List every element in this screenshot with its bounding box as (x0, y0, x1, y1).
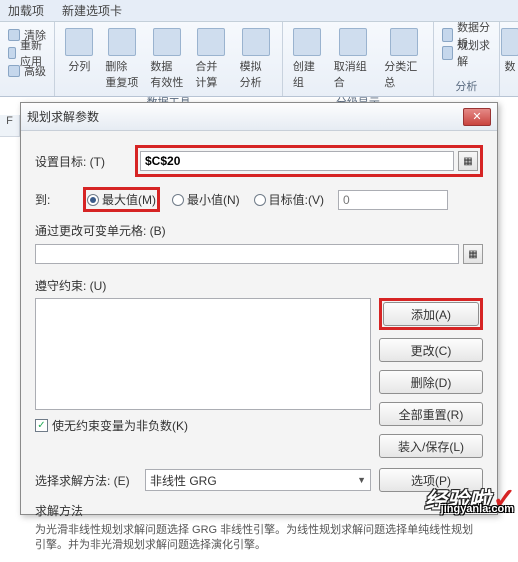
reapply-icon (8, 47, 16, 59)
ribbon-group-partial: 数 (500, 22, 518, 96)
range-icon: ▦ (468, 249, 477, 260)
constraints-list[interactable] (35, 298, 371, 410)
data-validation-button[interactable]: 数据 有效性 (146, 26, 187, 92)
add-button[interactable]: 添加(A) (383, 302, 479, 326)
close-button[interactable]: ✕ (463, 108, 491, 126)
group-button[interactable]: 创建组 (289, 26, 326, 92)
target-value-input[interactable] (338, 190, 448, 210)
loadsave-button[interactable]: 装入/保存(L) (379, 434, 483, 458)
whatif-icon (242, 28, 270, 56)
ribbon-label-analysis: 分析 (440, 78, 493, 94)
ungroup-button[interactable]: 取消组合 (330, 26, 377, 92)
clear-icon (8, 29, 20, 41)
reset-button[interactable]: 全部重置(R) (379, 402, 483, 426)
advanced-icon (8, 65, 20, 77)
checkbox-icon: ✓ (35, 419, 48, 432)
range-picker-button-2[interactable]: ▦ (463, 244, 483, 264)
consolidate-button[interactable]: 合并计算 (191, 26, 231, 92)
solve-method-info: 为光滑非线性规划求解问题选择 GRG 非线性引擎。为线性规划求解问题选择单纯线性… (35, 523, 483, 554)
solver-dialog: 规划求解参数 ✕ 设置目标: (T) ▦ 到: 最大值(M) (20, 102, 498, 515)
analysis-icon (442, 28, 453, 42)
dedup-icon (108, 28, 136, 56)
ribbon-group-outline: 创建组 取消组合 分类汇总 分级显示 (283, 22, 434, 96)
row-header[interactable]: F (0, 115, 20, 137)
range-icon: ▦ (463, 156, 472, 167)
watermark-url: jingyanla.com (441, 503, 514, 515)
dialog-titlebar[interactable]: 规划求解参数 ✕ (21, 103, 497, 131)
delete-button[interactable]: 删除(D) (379, 370, 483, 394)
set-target-label: 设置目标: (T) (35, 153, 135, 170)
to-label: 到: (35, 191, 83, 208)
dialog-title: 规划求解参数 (27, 108, 99, 125)
partial-icon (501, 28, 518, 56)
ribbon-group-datatools: 分列 删除 重复项 数据 有效性 合并计算 模拟分析 数据工具 (55, 22, 283, 96)
solve-method-heading: 求解方法 (35, 502, 483, 519)
ribbon-tab-bar: 加载项 新建选项卡 (0, 0, 518, 22)
constraints-label: 遵守约束: (U) (35, 277, 483, 294)
chevron-down-icon: ▼ (357, 475, 366, 485)
change-button[interactable]: 更改(C) (379, 338, 483, 362)
radio-icon (172, 194, 184, 206)
columns-icon (65, 28, 93, 56)
reapply-button[interactable]: 重新应用 (6, 44, 48, 62)
nonneg-checkbox[interactable]: ✓ 使无约束变量为非负数(K) (35, 417, 371, 434)
advanced-button[interactable]: 高级 (6, 62, 48, 80)
target-cell-input[interactable] (140, 151, 454, 171)
remove-duplicates-button[interactable]: 删除 重复项 (101, 26, 142, 92)
solver-icon (442, 46, 453, 60)
change-cells-input[interactable] (35, 244, 459, 264)
ribbon-group-filter: 清除 重新应用 高级 (0, 22, 55, 96)
subtotal-button[interactable]: 分类汇总 (380, 26, 427, 92)
radio-max[interactable]: 最大值(M) (87, 191, 156, 208)
radio-icon (254, 194, 266, 206)
whatif-button[interactable]: 模拟分析 (236, 26, 276, 92)
change-cells-label: 通过更改可变单元格: (B) (35, 222, 483, 239)
ungroup-icon (339, 28, 367, 56)
method-label: 选择求解方法: (E) (35, 472, 145, 489)
radio-valueof[interactable]: 目标值:(V) (254, 191, 324, 208)
solver-button[interactable]: 规划求解 (440, 44, 493, 62)
tab-newtab[interactable]: 新建选项卡 (62, 2, 122, 19)
tab-addin[interactable]: 加载项 (8, 2, 44, 19)
close-icon: ✕ (472, 110, 481, 123)
radio-min[interactable]: 最小值(N) (172, 191, 240, 208)
partial-button[interactable]: 数 (506, 26, 514, 76)
method-select[interactable]: 非线性 GRG ▼ (145, 469, 371, 491)
group-icon (293, 28, 321, 56)
validation-icon (153, 28, 181, 56)
range-picker-button[interactable]: ▦ (458, 151, 478, 171)
text-to-columns-button[interactable]: 分列 (61, 26, 97, 76)
ribbon: 清除 重新应用 高级 分列 删除 重复项 数据 有效性 合并计算 模拟分析 数据… (0, 22, 518, 97)
ribbon-group-analysis: 数据分析 规划求解 分析 (434, 22, 500, 96)
subtotal-icon (390, 28, 418, 56)
radio-icon (87, 194, 99, 206)
consolidate-icon (197, 28, 225, 56)
